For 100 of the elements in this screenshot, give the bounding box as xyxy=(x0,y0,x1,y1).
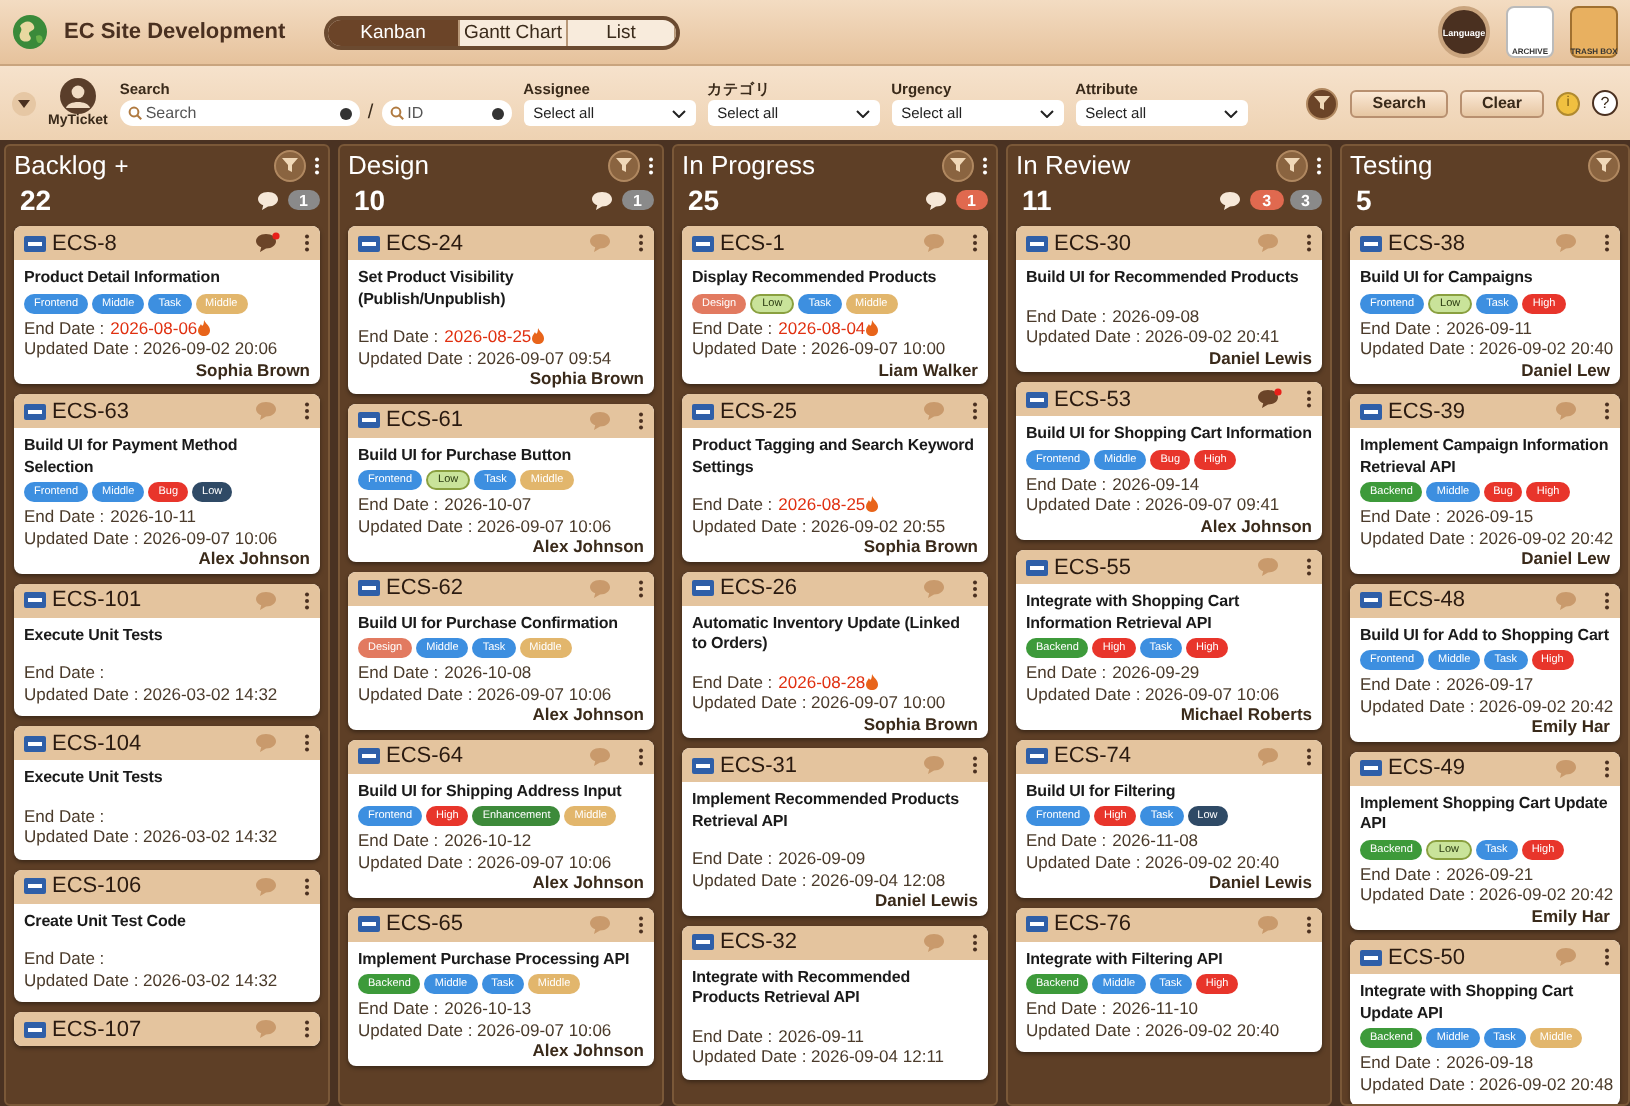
more-icon[interactable] xyxy=(1604,591,1610,609)
view-tab[interactable]: Kanban xyxy=(328,19,460,45)
task-icon xyxy=(24,235,46,251)
ticket-card[interactable]: ECS-107 xyxy=(14,1012,320,1046)
more-icon[interactable] xyxy=(638,747,644,765)
ticket-card[interactable]: ECS-104 Execute Unit Tests End Date : Updated Date : 2026-03-02 14:32 xyxy=(14,726,320,859)
comment-icon[interactable] xyxy=(923,189,950,211)
more-icon[interactable] xyxy=(972,933,978,951)
more-icon[interactable] xyxy=(638,915,644,933)
ticket-title: Integrate with Recommended Products Retrieval API xyxy=(692,967,912,1009)
more-icon[interactable] xyxy=(638,234,644,252)
assignee-name: Alex Johnson xyxy=(532,1040,644,1061)
end-date-label: End Date : xyxy=(692,671,773,692)
filter-icon[interactable] xyxy=(942,149,974,181)
ticket-card[interactable]: ECS-25 Product Tagging and Search Keyword Settings End Date : 2026-08-25 Updated Date : 2026-09-02 20:55 Sophia Brown xyxy=(682,394,988,561)
more-icon[interactable] xyxy=(972,234,978,252)
updated-date: Updated Date : 2026-09-07 10:06 xyxy=(358,683,612,704)
more-icon[interactable] xyxy=(1306,915,1312,933)
ticket-card[interactable]: ECS-31 Implement Recommended Products Retrieval API End Date : 2026-09-09 Updated Date : 2026-09-04 12:08 Daniel Lewis xyxy=(682,748,988,915)
ticket-card[interactable]: ECS-26 Automatic Inventory Update (Linked to Orders) End Date : 2026-08-28 Updated Date : 2026-09-07 10:00 Sophia Brown xyxy=(682,571,988,738)
comment-icon[interactable] xyxy=(1218,189,1245,211)
column-title: Testing xyxy=(1350,150,1433,180)
updated-date: Updated Date : 2026-09-07 10:00 xyxy=(692,338,946,359)
more-icon[interactable] xyxy=(982,155,988,175)
end-date-label: End Date : xyxy=(358,998,439,1019)
ticket-card[interactable]: ECS-24 Set Product Visibility (Publish/Unpublish) End Date : 2026-08-25 Updated Date : 2026-09-07 09:54 Sophia Brown xyxy=(348,226,654,393)
filter-icon[interactable] xyxy=(1588,149,1620,181)
help-button[interactable]: ? xyxy=(1592,90,1618,116)
ticket-title: Integrate with Shopping Cart Information Retrieval API xyxy=(1026,592,1242,634)
add-button[interactable]: + xyxy=(114,151,129,179)
filter-icon[interactable] xyxy=(1306,87,1339,119)
more-icon[interactable] xyxy=(972,579,978,597)
assignee-name: Liam Walker xyxy=(878,359,978,380)
assignee-name: Sophia Brown xyxy=(863,536,978,557)
more-icon[interactable] xyxy=(1306,747,1312,765)
clear-button[interactable]: Clear xyxy=(1459,89,1544,117)
end-date: 2026-08-25 xyxy=(444,326,532,347)
more-icon[interactable] xyxy=(1604,234,1610,252)
comment-icon[interactable] xyxy=(589,189,616,211)
column-count: 25 xyxy=(688,184,720,216)
ticket-title: Integrate with Filtering API xyxy=(1026,949,1225,970)
ticket-card[interactable]: ECS-32 Integrate with Recommended Products Retrieval API End Date : 2026-09-11 Updated Date : 2026-09-04 12:11 xyxy=(682,925,988,1079)
id-field[interactable]: ID xyxy=(381,100,512,126)
view-tab[interactable]: List xyxy=(568,19,676,45)
ticket-card[interactable]: ECS-30 Build UI for Recommended Products End Date : 2026-09-08 Updated Date : 2026-09-02 20:41 Daniel Lewis xyxy=(1016,226,1322,372)
filter-icon[interactable] xyxy=(274,149,306,181)
collapse-button[interactable] xyxy=(12,91,36,115)
task-icon xyxy=(692,580,714,596)
ticket-id: ECS-39 xyxy=(1388,399,1466,423)
more-icon[interactable] xyxy=(1604,402,1610,420)
more-icon[interactable] xyxy=(1306,558,1312,576)
task-icon xyxy=(1026,916,1048,932)
view-tab[interactable]: Gantt Chart xyxy=(460,19,568,45)
ticket-title: Build UI for Recommended Products xyxy=(1026,268,1301,289)
more-icon[interactable] xyxy=(1604,759,1610,777)
more-icon[interactable] xyxy=(1306,234,1312,252)
search-button[interactable]: Search xyxy=(1350,89,1448,117)
more-icon[interactable] xyxy=(304,1020,310,1038)
more-icon[interactable] xyxy=(314,155,320,175)
ticket-title: Create Unit Test Code xyxy=(24,911,188,932)
search-field[interactable]: Search xyxy=(119,100,360,126)
more-icon[interactable] xyxy=(1306,390,1312,408)
comment-icon[interactable] xyxy=(1256,388,1282,410)
filter-icon[interactable] xyxy=(1276,149,1308,181)
task-icon xyxy=(358,916,380,932)
ticket-title: Implement Recommended Products Retrieval API xyxy=(692,790,961,832)
ticket-id: ECS-50 xyxy=(1388,945,1466,969)
more-icon[interactable] xyxy=(638,579,644,597)
more-icon[interactable] xyxy=(1604,948,1610,966)
more-icon[interactable] xyxy=(304,402,310,420)
comment-icon[interactable] xyxy=(254,232,280,254)
task-icon xyxy=(24,735,46,751)
end-date: 2026-08-06 xyxy=(110,317,198,338)
more-icon[interactable] xyxy=(972,756,978,774)
column-count: 11 xyxy=(1022,184,1052,216)
more-icon[interactable] xyxy=(304,877,310,895)
assignee-name: Daniel Lewis xyxy=(875,890,978,911)
ticket-id: ECS-24 xyxy=(386,231,464,255)
comment-icon[interactable] xyxy=(255,189,282,211)
updated-date: Updated Date : 2026-09-07 10:06 xyxy=(358,515,612,536)
ticket-card[interactable]: ECS-106 Create Unit Test Code End Date : Updated Date : 2026-03-02 14:32 xyxy=(14,869,320,1002)
end-date: 2026-10-11 xyxy=(110,506,197,527)
updated-date: Updated Date : 2026-09-07 09:54 xyxy=(358,347,612,368)
more-icon[interactable] xyxy=(972,402,978,420)
ticket-title: Integrate with Shopping Cart Update API xyxy=(1360,982,1576,1024)
ticket-title: Build UI for Shipping Address Input xyxy=(358,781,624,802)
end-date-label: End Date : xyxy=(1360,317,1441,338)
ticket-card[interactable]: ECS-101 Execute Unit Tests End Date : Updated Date : 2026-03-02 14:32 xyxy=(14,583,320,716)
more-icon[interactable] xyxy=(304,591,310,609)
more-icon[interactable] xyxy=(638,411,644,429)
more-icon[interactable] xyxy=(304,234,310,252)
updated-date: Updated Date : 2026-09-02 20:40 xyxy=(1026,851,1280,872)
more-icon[interactable] xyxy=(1316,155,1322,175)
task-icon xyxy=(24,592,46,608)
avatar-icon[interactable] xyxy=(59,78,96,114)
more-icon[interactable] xyxy=(304,734,310,752)
updated-date: Updated Date : 2026-09-02 20:40 xyxy=(1360,338,1614,359)
assignee-name: Daniel Lewis xyxy=(1209,872,1312,893)
more-icon[interactable] xyxy=(648,155,654,175)
filter-icon[interactable] xyxy=(608,149,640,181)
